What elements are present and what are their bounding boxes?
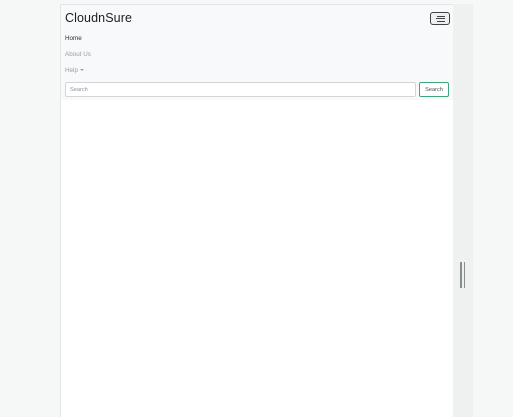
nav-link-about-us[interactable]: About Us xyxy=(65,51,91,58)
hamburger-menu-icon xyxy=(436,15,445,17)
caret-down-icon xyxy=(80,69,85,71)
nav-link-home[interactable]: Home xyxy=(65,35,82,42)
search-input[interactable] xyxy=(65,82,416,97)
search-button[interactable]: Search xyxy=(419,82,449,97)
brand-link[interactable]: CloudnSure xyxy=(65,11,132,25)
nav-link-help-label: Help xyxy=(65,67,78,74)
navbar-toggler-button[interactable] xyxy=(430,12,450,25)
browser-viewport: CloudnSure Home About Us Help Search xyxy=(60,4,453,417)
nav-link-help-dropdown[interactable]: Help xyxy=(65,67,85,74)
side-panel-gutter xyxy=(453,4,473,417)
navbar: CloudnSure Home About Us Help Search xyxy=(61,5,453,100)
page-content-area xyxy=(61,100,453,417)
resize-handle[interactable] xyxy=(460,262,465,288)
